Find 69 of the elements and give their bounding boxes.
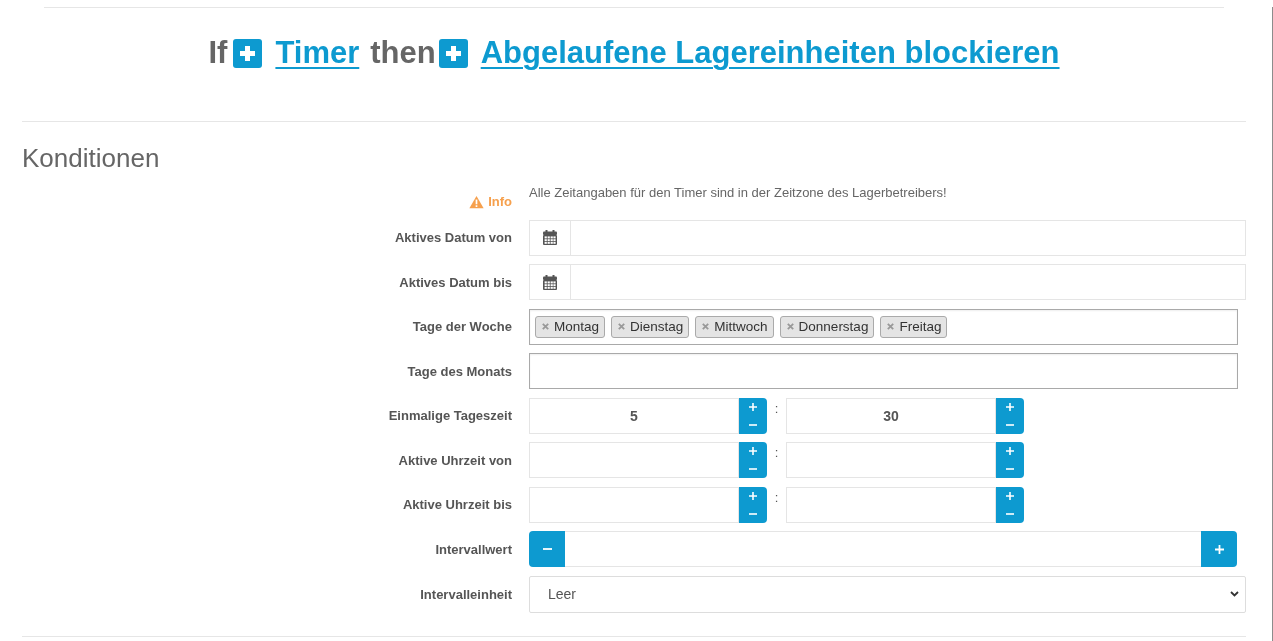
field-label: Aktives Datum von [394, 230, 512, 245]
plus-icon [749, 491, 757, 500]
time-separator: : [774, 445, 779, 460]
tag-label: Donnerstag [798, 319, 869, 334]
minus-icon [1006, 423, 1014, 426]
chevron-down-icon [1230, 591, 1239, 597]
tag-label: Dienstag [630, 319, 684, 334]
field-label: Tage des Monats [407, 363, 512, 379]
minus-icon [1006, 468, 1014, 470]
minus-icon [749, 512, 757, 515]
time-separator: : [774, 400, 779, 416]
minus-icon [749, 423, 757, 426]
decrement-button[interactable] [529, 531, 565, 567]
minutes-field[interactable] [786, 442, 996, 478]
unit-select[interactable]: Leer [529, 575, 1246, 613]
field-label: Aktives Datum bis [399, 274, 512, 290]
plus-icon[interactable] [233, 38, 263, 68]
increment-button[interactable] [739, 397, 767, 416]
plus-icon [1214, 544, 1224, 554]
time-separator: : [774, 489, 779, 505]
info-message: Alle Zeitangaben für den Timer sind in der Zeitzone des Lagerbetreibers! [529, 185, 947, 200]
minus-icon [749, 468, 757, 470]
field-label: Intervallwert [435, 541, 512, 557]
plus-icon [1006, 491, 1014, 500]
decrement-button[interactable] [739, 460, 767, 478]
hours-field[interactable] [529, 442, 739, 478]
plus-icon [749, 447, 757, 455]
minus-icon [542, 548, 552, 550]
minutes-field[interactable] [786, 486, 996, 523]
calendar-icon [543, 230, 557, 245]
increment-button[interactable] [739, 486, 767, 505]
if-keyword: If [208, 35, 228, 71]
close-icon[interactable] [702, 323, 710, 330]
tags-field[interactable]: Montag Dienstag Mittwoch Donnerstag Freitag [529, 308, 1238, 345]
increment-button[interactable] [1201, 531, 1237, 567]
hours-field[interactable]: 5 [529, 397, 739, 434]
plus-icon [749, 402, 757, 411]
date-field[interactable] [529, 264, 1246, 300]
field-label: Intervalleinheit [420, 586, 512, 602]
date-field[interactable] [529, 219, 1246, 256]
text-field[interactable] [529, 353, 1238, 389]
tag-label: Montag [554, 319, 600, 334]
then-keyword: then [370, 35, 436, 71]
tag-label: Freitag [899, 319, 942, 334]
calendar-icon [543, 274, 557, 290]
close-icon[interactable] [786, 323, 794, 330]
info-label: Info [488, 194, 512, 210]
close-icon[interactable] [618, 323, 626, 330]
plus-icon [1006, 447, 1014, 455]
interval-field[interactable] [565, 531, 1201, 567]
hours-field[interactable] [529, 486, 739, 523]
increment-button[interactable] [996, 442, 1024, 460]
field-label: Aktive Uhrzeit von [398, 452, 512, 468]
increment-button[interactable] [739, 442, 767, 460]
warning-icon [469, 195, 485, 209]
plus-icon[interactable] [438, 38, 468, 68]
field-label: Tage der Woche [412, 319, 512, 334]
plus-icon [1006, 402, 1014, 411]
tag-label: Mittwoch [714, 319, 768, 334]
close-icon[interactable] [887, 323, 895, 330]
field-label: Einmalige Tageszeit [388, 408, 512, 423]
minutes-field[interactable]: 30 [786, 397, 996, 434]
close-icon[interactable] [542, 323, 549, 330]
increment-button[interactable] [996, 486, 1024, 505]
decrement-button[interactable] [996, 460, 1024, 478]
field-label: Aktive Uhrzeit bis [402, 497, 512, 512]
minus-icon [1006, 512, 1014, 515]
increment-button[interactable] [996, 397, 1024, 416]
section-title: Konditionen [22, 143, 161, 173]
